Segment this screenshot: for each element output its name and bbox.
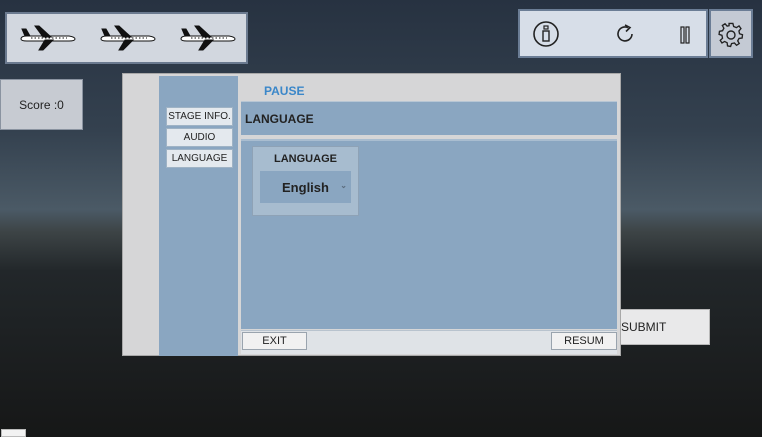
pause-dialog: STAGE INFO. AUDIO LANGUAGE PAUSE LANGUAG… [122, 73, 621, 356]
score-display: Score :0 [0, 79, 83, 130]
airplane-icon [20, 25, 76, 51]
pause-icon[interactable] [678, 25, 692, 45]
language-selected-value: English [282, 179, 329, 195]
resume-button[interactable]: RESUM [551, 332, 617, 350]
language-setting: LANGUAGE English ⌄ [252, 146, 359, 216]
tab-stage-info[interactable]: STAGE INFO. [166, 107, 233, 126]
gear-icon [718, 22, 744, 48]
lives-panel [5, 12, 248, 64]
tab-audio[interactable]: AUDIO [166, 128, 233, 147]
airplane-icon [180, 25, 236, 51]
refresh-icon[interactable] [614, 23, 636, 45]
dialog-footer: EXIT RESUM [241, 330, 617, 354]
dialog-title: PAUSE [264, 84, 305, 98]
info-icon[interactable] [532, 20, 560, 48]
top-toolbar [518, 9, 708, 58]
airplane-icon [100, 25, 156, 51]
submit-button[interactable]: SUBMIT [617, 309, 710, 345]
exit-button[interactable]: EXIT [242, 332, 307, 350]
language-dropdown[interactable]: English ⌄ [260, 171, 351, 203]
settings-button[interactable] [709, 9, 753, 58]
corner-icon [1, 429, 26, 437]
chevron-down-icon: ⌄ [340, 181, 347, 190]
language-label: LANGUAGE [274, 153, 337, 165]
section-header: LANGUAGE [241, 101, 617, 135]
tab-language[interactable]: LANGUAGE [166, 149, 233, 168]
